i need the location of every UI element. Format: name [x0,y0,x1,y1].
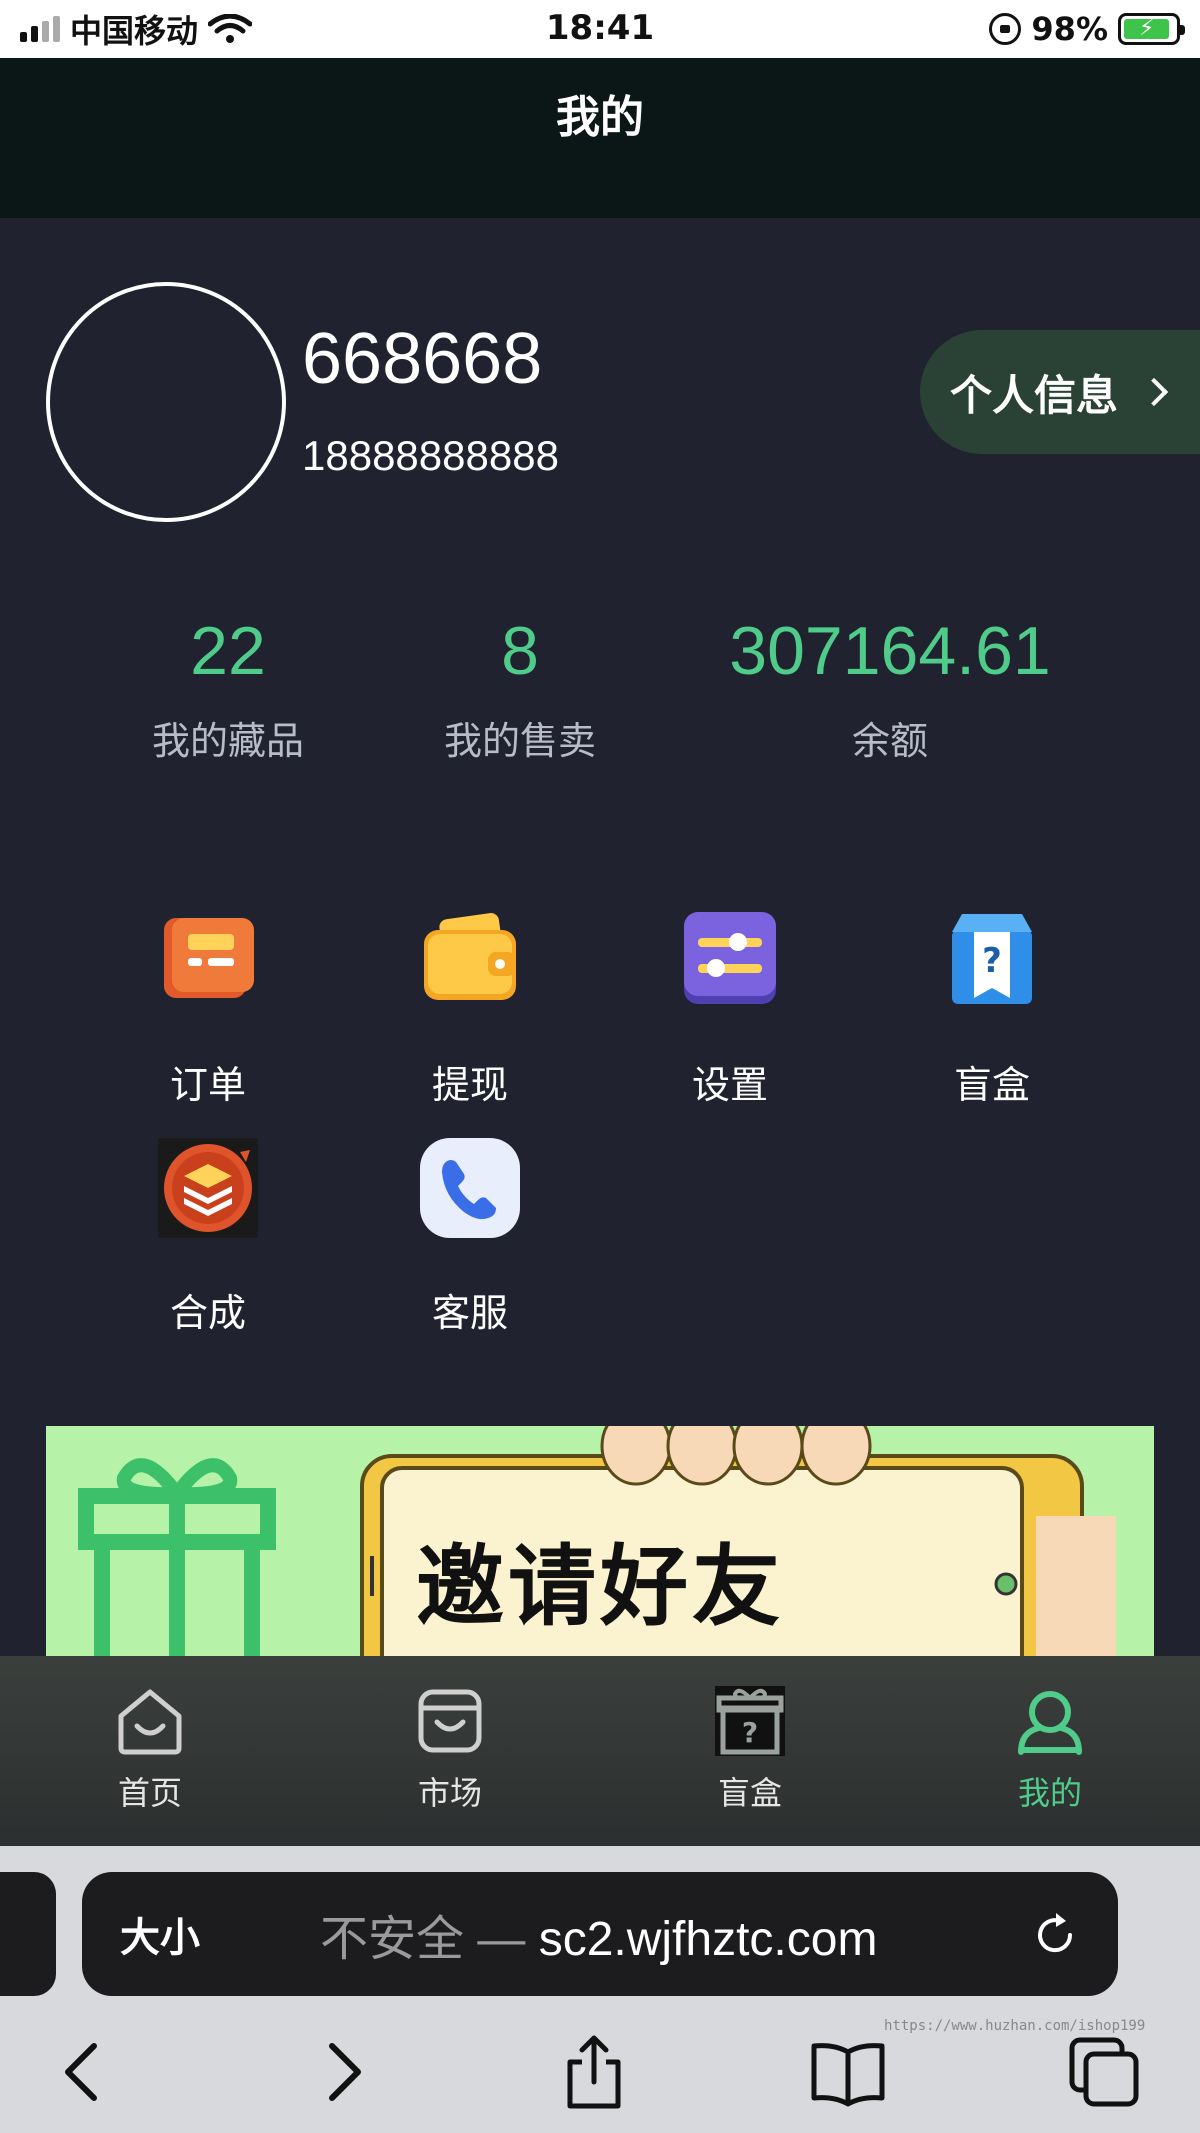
back-icon[interactable] [44,2032,124,2112]
insecure-label: 不安全 — [320,1913,526,1966]
tab-label: 首页 [117,1774,182,1812]
stat-value: 8 [501,613,539,689]
svg-text:?: ? [982,941,1002,981]
tab-label: 盲盒 [717,1774,782,1812]
order-icon [164,918,254,998]
stat-value: 22 [190,613,266,689]
stat-value: 307164.61 [729,613,1051,689]
tabs-icon[interactable] [1064,2032,1144,2112]
tab-label: 市场 [417,1774,482,1812]
menu-item-withdraw[interactable]: 提现 [370,910,570,1109]
menu-label: 盲盒 [953,1063,1030,1107]
page-title: 我的 [556,92,644,143]
personal-info-button[interactable]: 个人信息 [920,330,1200,454]
tab-label: 我的 [1017,1774,1082,1812]
menu-label: 客服 [431,1291,508,1335]
url-display[interactable]: 不安全 — sc2.wjfhztc.com [320,1899,1030,1969]
stat-label: 我的藏品 [151,719,304,763]
bookmarks-icon[interactable] [808,2032,888,2112]
user-icon [1018,1691,1082,1755]
banner-title: 邀请好友 [416,1535,785,1638]
avatar[interactable] [46,282,286,522]
tab-blind-box[interactable]: ? 盲盒 [670,1686,830,1814]
menu-label: 设置 [691,1063,768,1107]
menu-item-synthesis[interactable]: 合成 [108,1138,308,1337]
invite-banner[interactable]: 邀请好友 [46,1426,1154,1656]
home-icon [118,1689,182,1755]
tab-market[interactable]: 市场 [370,1686,530,1814]
menu-item-settings[interactable]: 设置 [630,910,830,1109]
previous-tab-peek[interactable] [0,1872,56,1996]
menu-label: 合成 [169,1291,246,1335]
page-header: 我的 [0,58,1200,218]
phone-number: 18888888888 [302,432,559,479]
browser-toolbar: 大小 不安全 — sc2.wjfhztc.com https://www.huz… [0,1846,1200,2133]
menu-label: 提现 [431,1063,508,1107]
reload-icon[interactable] [1030,1909,1080,1959]
stat-collections[interactable]: 22 我的藏品 [128,612,328,765]
bottom-tab-bar: 首页 市场 ? 盲盒 我的 [0,1656,1200,1846]
stat-label: 余额 [851,719,928,763]
stat-label: 我的售卖 [443,719,596,763]
username: 668668 [302,319,543,399]
settings-icon [684,912,776,1004]
wallet-icon [424,912,516,1000]
blind-box-icon: ? [952,914,1032,1004]
personal-info-label: 个人信息 [950,370,1119,420]
market-icon [418,1689,482,1753]
share-icon[interactable] [554,2032,634,2112]
forward-icon[interactable] [302,2032,382,2112]
tab-mine[interactable]: 我的 [970,1686,1130,1814]
blind-box-icon: ? [715,1686,785,1756]
text-size-button[interactable]: 大小 [120,1905,320,1963]
synthesis-icon [158,1138,258,1238]
url-domain: sc2.wjfhztc.com [538,1913,878,1966]
svg-text:?: ? [742,1716,758,1749]
address-bar[interactable]: 大小 不安全 — sc2.wjfhztc.com [82,1872,1118,1996]
stat-balance[interactable]: 307164.61 余额 [720,612,1060,765]
phone-icon [420,1138,520,1238]
menu-label: 订单 [169,1063,246,1107]
chevron-right-icon [1139,377,1169,407]
menu-item-customer-service[interactable]: 客服 [370,1138,570,1337]
menu-item-orders[interactable]: 订单 [108,910,308,1109]
stat-sales[interactable]: 8 我的售卖 [420,612,620,765]
tab-home[interactable]: 首页 [70,1686,230,1814]
menu-item-blind-box[interactable]: ? 盲盒 [892,910,1092,1109]
